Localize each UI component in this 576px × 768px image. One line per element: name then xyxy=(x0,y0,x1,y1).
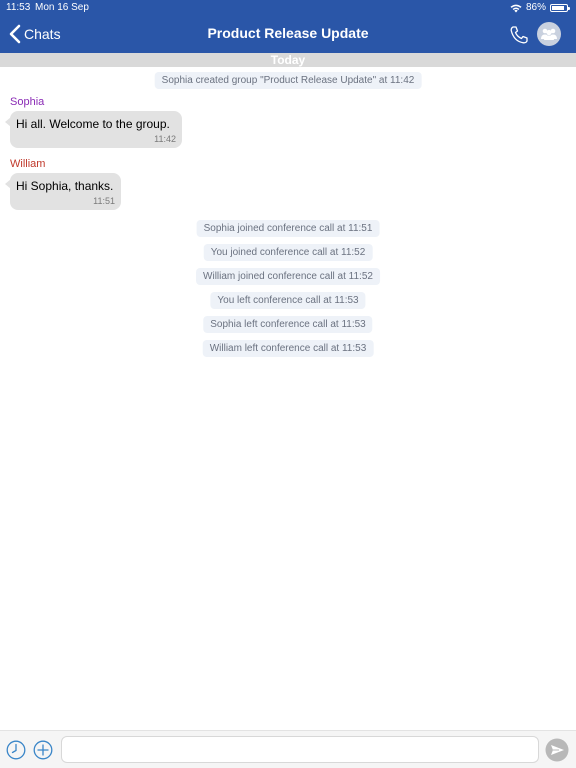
call-event: William left conference call at 11:53 xyxy=(202,340,374,357)
call-event: Sophia left conference call at 11:53 xyxy=(203,316,373,333)
page-title: Product Release Update xyxy=(207,25,369,41)
app-header: 11:53 Mon 16 Sep 86% Chats Product Relea… xyxy=(0,0,576,53)
call-event: William joined conference call at 11:52 xyxy=(196,268,380,285)
battery-icon xyxy=(550,4,570,12)
system-message: Sophia created group "Product Release Up… xyxy=(154,72,422,89)
message-input[interactable] xyxy=(61,736,539,763)
status-date: Mon 16 Sep xyxy=(35,2,89,13)
sender-name: Sophia xyxy=(10,96,45,108)
battery-fill xyxy=(552,6,565,10)
status-indicators: 86% xyxy=(510,0,570,16)
phone-icon[interactable] xyxy=(508,24,530,46)
message-text: Hi all. Welcome to the group. xyxy=(16,117,170,131)
status-time: 11:53 xyxy=(6,2,31,13)
message-time: 11:42 xyxy=(154,134,176,144)
nav-bar: Chats Product Release Update xyxy=(0,16,576,53)
add-icon[interactable] xyxy=(33,740,53,760)
input-bar xyxy=(0,730,576,768)
call-event: You left conference call at 11:53 xyxy=(210,292,366,309)
message-bubble[interactable]: Hi all. Welcome to the group. 11:42 xyxy=(5,111,182,148)
clock-icon[interactable] xyxy=(6,740,26,760)
call-event: Sophia joined conference call at 11:51 xyxy=(196,220,380,237)
message-time: 11:51 xyxy=(93,196,115,206)
date-divider: Today xyxy=(0,53,576,67)
group-avatar[interactable] xyxy=(537,22,561,46)
status-bar: 11:53 Mon 16 Sep 86% xyxy=(0,0,576,16)
message-bubble[interactable]: Hi Sophia, thanks. 11:51 xyxy=(5,173,121,210)
sender-name: William xyxy=(10,158,46,170)
message-text: Hi Sophia, thanks. xyxy=(16,179,114,193)
wifi-icon xyxy=(510,4,522,12)
send-icon[interactable] xyxy=(545,738,569,762)
battery-percent: 86% xyxy=(525,2,546,13)
group-icon xyxy=(541,28,557,40)
call-event: You joined conference call at 11:52 xyxy=(203,244,373,261)
